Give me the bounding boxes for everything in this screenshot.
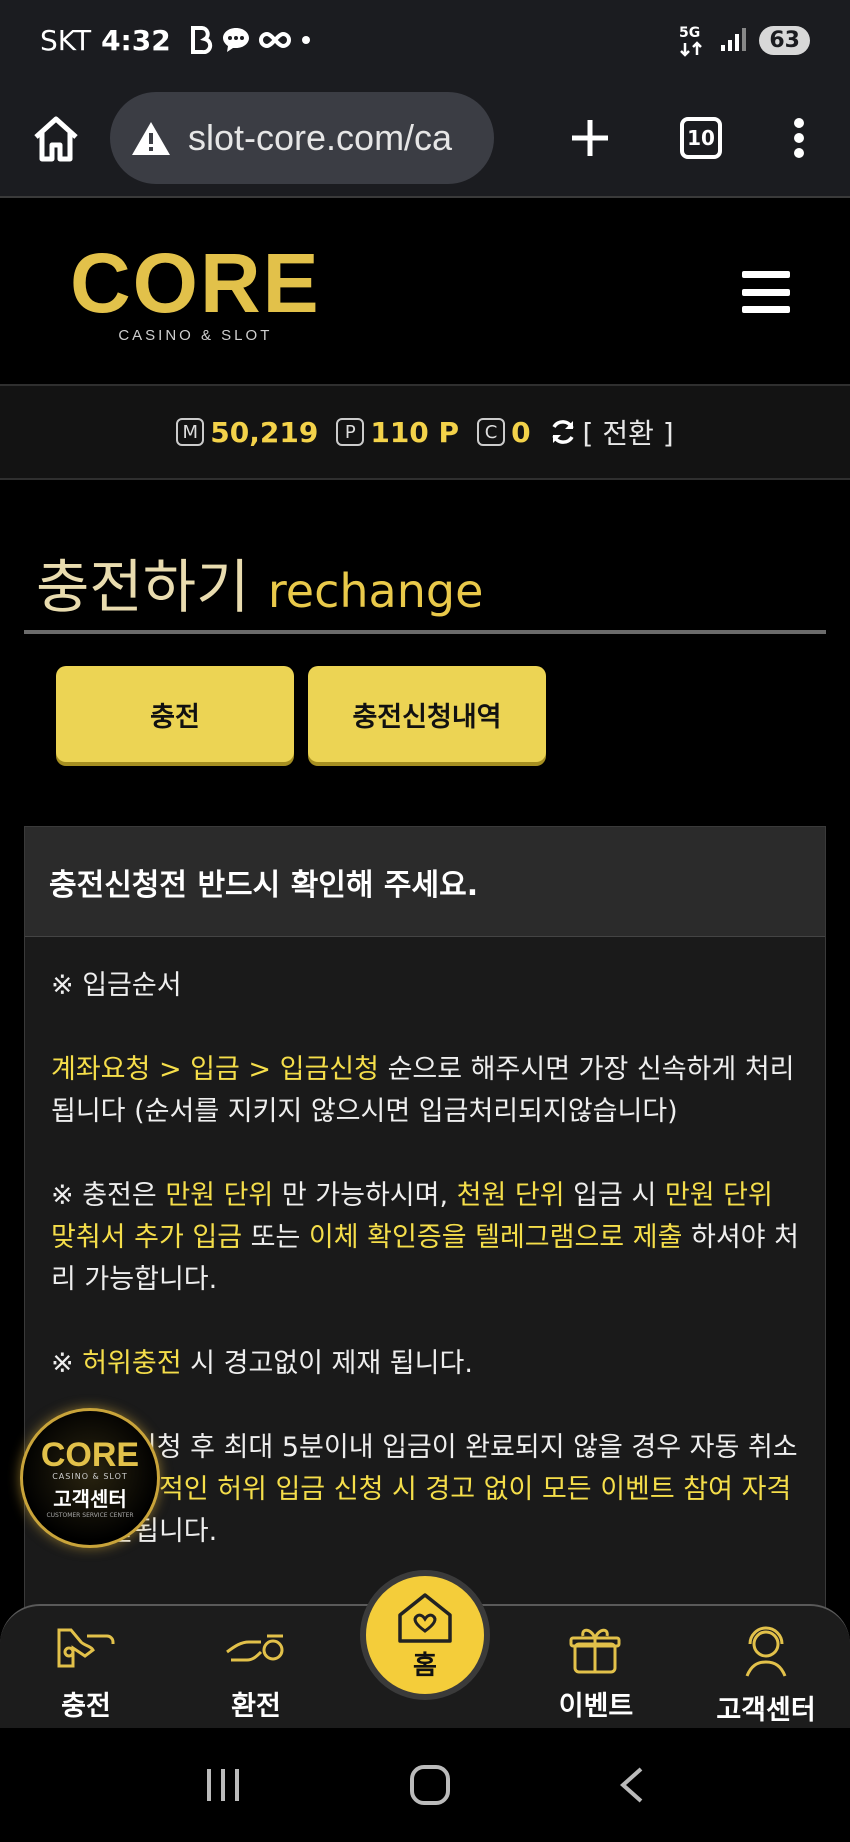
logo-wordmark: CORE — [70, 235, 321, 330]
customer-service-float-button[interactable]: CORE CASINO & SLOT 고객센터 CUSTOMER SERVICE… — [20, 1408, 160, 1548]
new-tab-icon[interactable] — [570, 118, 610, 158]
charge-hand-icon — [57, 1628, 115, 1668]
url-text[interactable]: slot-core.com/ca — [188, 117, 452, 159]
tab-home[interactable]: 홈 — [360, 1570, 490, 1700]
notice-unit-rule: ※ 충전은 만원 단위 만 가능하시며, 천원 단위 입금 시 만원 단위 맞춰… — [51, 1180, 799, 1295]
coin-badge-icon: C — [477, 418, 506, 446]
notice-heading: 충전신청전 반드시 확인해 주세요. — [25, 827, 825, 937]
charge-button[interactable]: 충전 — [56, 666, 294, 762]
hamburger-line — [742, 271, 790, 278]
coin-balance: C 0 — [477, 415, 531, 449]
convert-label[interactable]: [ 전환 ] — [583, 412, 674, 452]
chat-bubble-icon — [222, 28, 249, 52]
hamburger-line — [742, 288, 790, 296]
home-heart-icon — [398, 1592, 452, 1643]
home-icon[interactable] — [30, 113, 82, 163]
tab-event[interactable]: 이벤트 — [526, 1622, 666, 1723]
browser-toolbar: slot-core.com/ca 10 — [0, 80, 850, 198]
points-bar: M 50,219 P 110 P C 0 [ 전환 ] — [0, 386, 850, 480]
page-title-en: rechange — [267, 564, 484, 618]
convert-button[interactable]: [ 전환 ] — [549, 412, 674, 452]
money-value: 50,219 — [210, 415, 319, 449]
notification-icons — [189, 26, 313, 54]
browser-actions: 10 — [570, 117, 820, 159]
system-navigation-bar — [0, 1728, 850, 1842]
recent-apps-icon[interactable] — [203, 1767, 243, 1803]
tab-charge-label: 충전 — [61, 1691, 111, 1722]
cs-label: 고객센터 — [53, 1486, 127, 1511]
status-left: SKT 4:32 — [40, 24, 313, 57]
signal-icon — [721, 28, 747, 51]
notice-deposit-order: ※ 입금순서 — [51, 970, 182, 1001]
dot-icon — [301, 36, 310, 44]
point-badge-icon: P — [336, 418, 365, 446]
clock: 4:32 — [101, 23, 171, 57]
money-balance: M 50,219 — [176, 416, 318, 449]
exchange-hands-icon — [226, 1634, 284, 1662]
cs-logo: CORE — [40, 1435, 140, 1474]
coin-value: 0 — [511, 415, 531, 449]
hamburger-menu-icon[interactable] — [742, 271, 790, 313]
notice-fake-deposit: ※ 허위충전 시 경고없이 제재 됩니다. — [51, 1348, 473, 1379]
tab-exchange[interactable]: 환전 — [186, 1622, 326, 1723]
headset-agent-icon — [745, 1626, 787, 1677]
refresh-icon — [551, 420, 574, 444]
site-logo[interactable]: CORE CASINO & SLOT — [70, 241, 321, 344]
tab-event-label: 이벤트 — [558, 1691, 634, 1722]
tab-customer-service[interactable]: 고객센터 — [696, 1622, 836, 1727]
tab-exchange-label: 환전 — [231, 1691, 281, 1722]
title-divider — [24, 630, 826, 634]
site-header: CORE CASINO & SLOT — [0, 200, 850, 386]
tab-charge[interactable]: 충전 — [16, 1622, 156, 1723]
status-right: 5G 63 — [677, 23, 810, 57]
home-circle-icon[interactable] — [408, 1763, 452, 1807]
address-bar[interactable]: slot-core.com/ca — [110, 92, 494, 184]
network-5g-icon: 5G — [679, 25, 703, 57]
page-title: 충전하기 rechange — [36, 540, 483, 624]
notice-auto-cancel: ※ 입금신청 후 최대 5분이내 입금이 완료되지 않을 경우 자동 취소 되며… — [51, 1432, 798, 1547]
hamburger-line — [742, 306, 790, 313]
warning-icon[interactable] — [130, 119, 172, 157]
infinity-icon — [258, 31, 291, 49]
cs-subtitle: CASINO & SLOT — [52, 1471, 128, 1481]
cs-tiny-label: CUSTOMER SERVICE CENTER — [46, 1511, 134, 1519]
notice-order-steps: 계좌요청 > 입금 > 입금신청 순으로 해주시면 가장 신속하게 처리됩니다 … — [51, 1054, 795, 1127]
tab-home-label: 홈 — [413, 1650, 437, 1681]
back-icon[interactable] — [617, 1765, 647, 1805]
money-badge-icon: M — [176, 418, 205, 446]
status-bar: SKT 4:32 5G 63 — [0, 0, 850, 80]
svg-text:5G: 5G — [679, 25, 700, 41]
battery-indicator: 63 — [759, 25, 810, 55]
gift-box-icon — [569, 1628, 621, 1674]
point-balance: P 110 P — [336, 416, 459, 449]
tab-switcher-button[interactable]: 10 — [680, 117, 722, 159]
page-title-ko: 충전하기 — [36, 553, 250, 621]
more-menu-icon[interactable] — [792, 117, 806, 159]
tab-cs-label: 고객센터 — [716, 1695, 816, 1726]
point-value: 110 P — [370, 415, 460, 449]
b-app-icon — [190, 26, 212, 54]
carrier-label: SKT — [40, 23, 92, 57]
charge-history-button[interactable]: 충전신청내역 — [308, 666, 546, 762]
